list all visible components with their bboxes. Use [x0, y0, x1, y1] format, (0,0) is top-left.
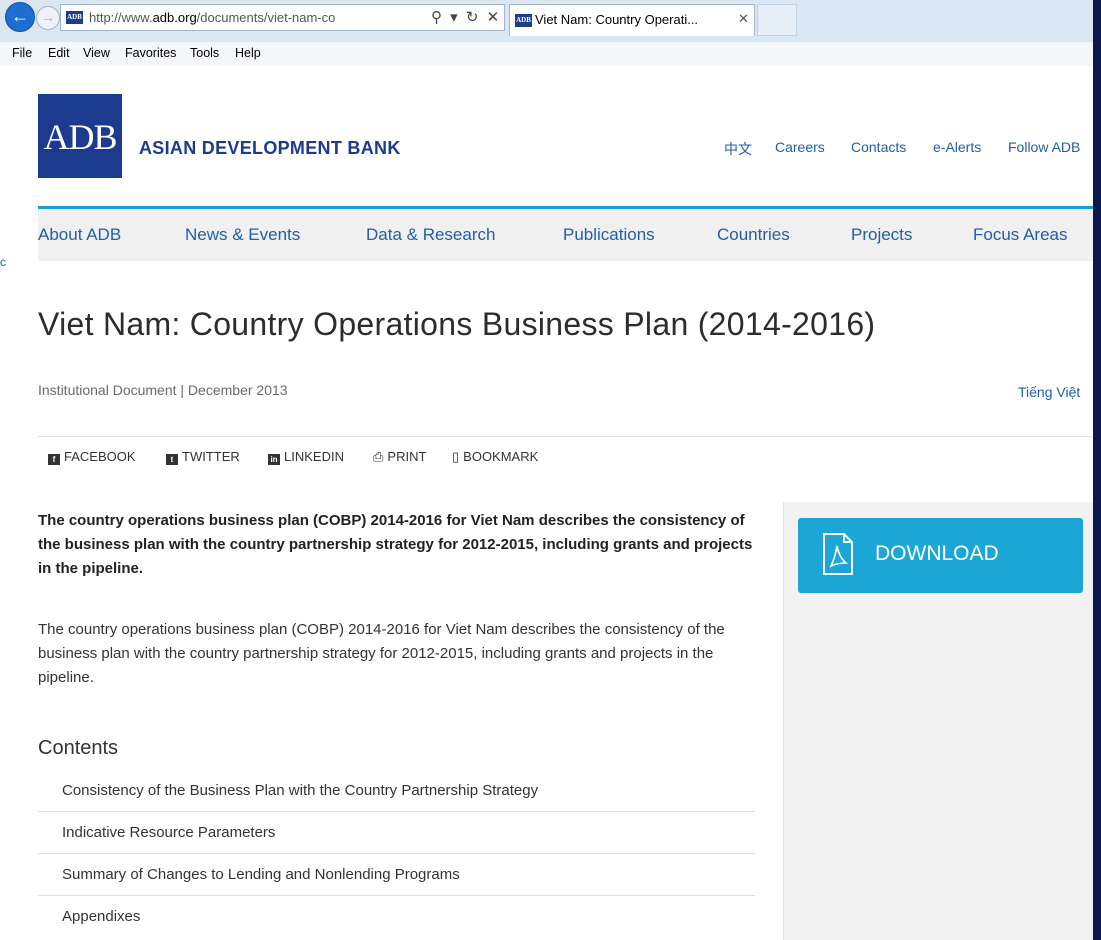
menu-file[interactable]: File [12, 46, 32, 60]
download-button[interactable]: DOWNLOAD [798, 518, 1083, 593]
page-content: ADB ASIAN DEVELOPMENT BANK 中文 Careers Co… [0, 66, 1093, 940]
browser-tab-active[interactable]: ADB Viet Nam: Country Operati... ✕ [509, 4, 755, 36]
tab-close-icon[interactable]: ✕ [738, 11, 749, 27]
toc-item-label: Summary of Changes to Lending and Nonlen… [62, 866, 460, 883]
share-twitter[interactable]: t TWITTER [166, 449, 240, 465]
new-tab-button[interactable] [757, 4, 797, 36]
nav-data-research[interactable]: Data & Research [366, 225, 495, 245]
toc-item[interactable]: Consistency of the Business Plan with th… [38, 770, 755, 812]
menu-edit[interactable]: Edit [48, 46, 70, 60]
nav-publications[interactable]: Publications [563, 225, 655, 245]
share-linkedin[interactable]: in LINKEDIN [268, 449, 344, 465]
url-domain: adb.org [152, 10, 197, 25]
toc-item-label: Consistency of the Business Plan with th… [62, 782, 539, 799]
share-label: FACEBOOK [64, 449, 136, 464]
article-lead: The country operations business plan (CO… [38, 512, 753, 577]
link-chinese[interactable]: 中文 [724, 139, 752, 159]
toc-item-label: Appendixes [62, 908, 141, 925]
pdf-icon [823, 533, 853, 575]
url-prefix: http://www. [89, 10, 153, 25]
twitter-icon: t [166, 454, 178, 465]
linkedin-icon: in [268, 454, 280, 465]
divider [38, 436, 1093, 437]
share-label: LINKEDIN [284, 449, 344, 464]
nav-news-events[interactable]: News & Events [185, 225, 300, 245]
link-e-alerts[interactable]: e-Alerts [933, 139, 981, 155]
toc-item[interactable]: Indicative Resource Parameters [38, 812, 755, 854]
back-button[interactable]: ← [5, 2, 35, 32]
share-bookmark[interactable]: ▯ BOOKMARK [452, 449, 538, 465]
print-icon: ⎙ [373, 449, 384, 464]
facebook-icon: f [48, 454, 60, 465]
browser-titlebar: ← → ADB http://www.adb.org/documents/vie… [0, 0, 1093, 42]
adb-logo[interactable]: ADB [38, 94, 122, 178]
toc-item[interactable]: Appendixes [38, 896, 755, 938]
language-link[interactable]: Tiếng Việt [1018, 384, 1080, 400]
nav-countries[interactable]: Countries [717, 225, 790, 245]
main-navigation: About ADB News & Events Data & Research … [38, 209, 1093, 261]
link-follow-adb[interactable]: Follow ADB [1008, 139, 1080, 155]
tab-title: Viet Nam: Country Operati... [535, 12, 699, 27]
nav-focus-areas[interactable]: Focus Areas [973, 225, 1068, 245]
forward-button[interactable]: → [36, 6, 60, 30]
url-path: /documents/viet-nam-co [196, 10, 336, 25]
logo-text: ADB [43, 117, 117, 157]
site-favicon-icon: ADB [66, 11, 83, 24]
nav-about-adb[interactable]: About ADB [38, 225, 121, 245]
org-name[interactable]: ASIAN DEVELOPMENT BANK [139, 138, 401, 159]
nav-projects[interactable]: Projects [851, 225, 912, 245]
download-label: DOWNLOAD [875, 542, 999, 565]
page-title: Viet Nam: Country Operations Business Pl… [38, 306, 876, 342]
share-label: PRINT [387, 449, 427, 464]
menu-bar: File Edit View Favorites Tools Help [0, 42, 1093, 67]
address-bar-icons[interactable]: ⚲ ▾ ↻ ✕ [431, 8, 501, 26]
share-label: BOOKMARK [463, 449, 539, 464]
link-contacts[interactable]: Contacts [851, 139, 906, 155]
address-bar[interactable]: ADB http://www.adb.org/documents/viet-na… [60, 4, 505, 31]
link-careers[interactable]: Careers [775, 139, 825, 155]
menu-help[interactable]: Help [235, 46, 261, 60]
bookmark-icon: ▯ [452, 449, 460, 464]
share-label: TWITTER [182, 449, 240, 464]
menu-tools[interactable]: Tools [190, 46, 219, 60]
desktop-frame-right [1093, 0, 1101, 940]
toc-item-label: Indicative Resource Parameters [62, 824, 276, 841]
share-facebook[interactable]: f FACEBOOK [48, 449, 136, 465]
tab-favicon-icon: ADB [515, 14, 532, 27]
browser-window: ← → ADB http://www.adb.org/documents/vie… [0, 0, 1093, 940]
contents-heading: Contents [38, 737, 119, 759]
menu-view[interactable]: View [83, 46, 110, 60]
clipped-text: c [0, 255, 6, 269]
share-print[interactable]: ⎙ PRINT [373, 449, 426, 465]
menu-favorites[interactable]: Favorites [125, 46, 176, 60]
document-meta: Institutional Document | December 2013 [38, 382, 288, 398]
sidebar: DOWNLOAD [783, 502, 1093, 940]
article-body: The country operations business plan (CO… [38, 621, 725, 686]
url-text[interactable]: http://www.adb.org/documents/viet-nam-co [89, 10, 429, 25]
toc-item[interactable]: Summary of Changes to Lending and Nonlen… [38, 854, 755, 896]
